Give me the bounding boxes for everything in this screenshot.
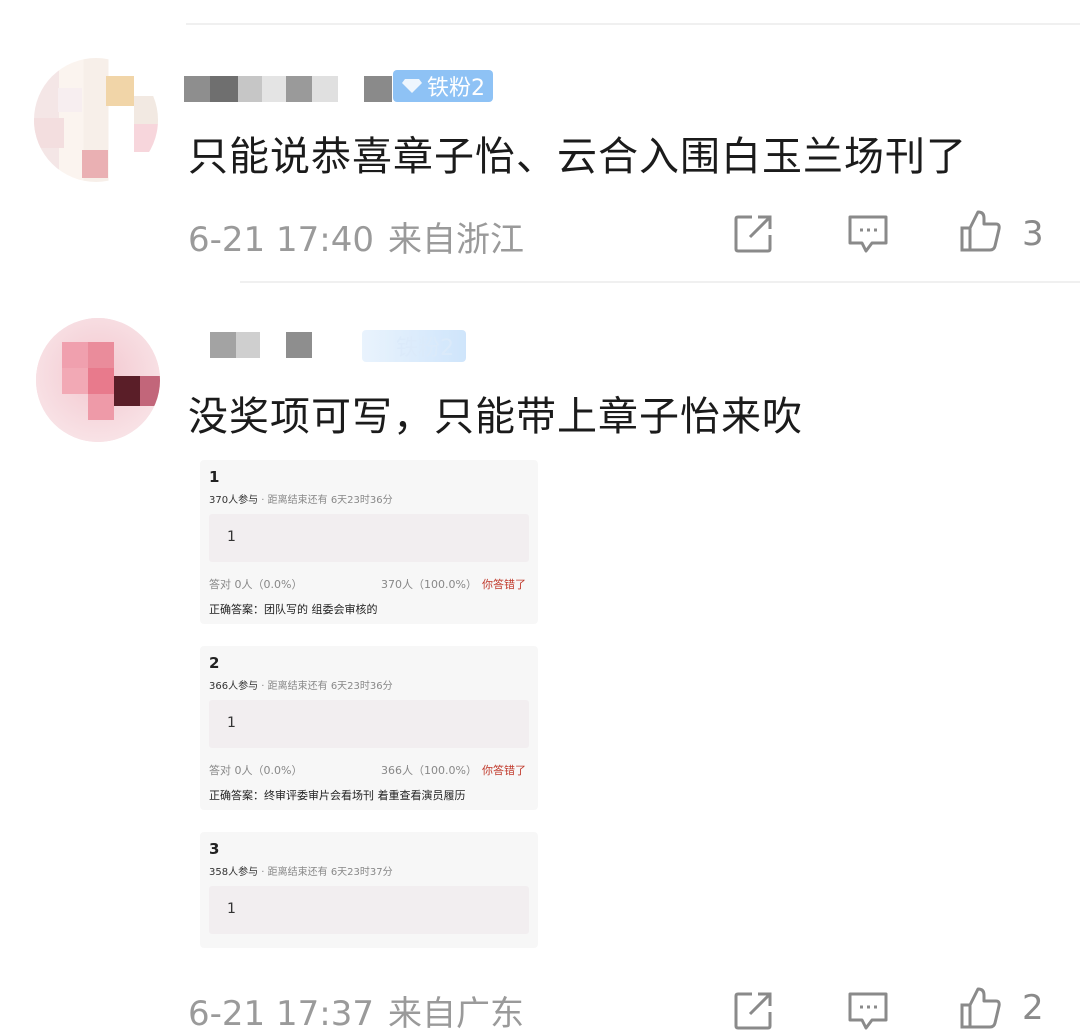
comment-location: 来自广东 [387,994,524,1034]
thumbs-up-icon[interactable] [958,985,1002,1029]
diamond-icon [402,79,422,93]
correct-stat: 答对 0人（0.0%） [209,764,303,777]
wrong-stat: 370人（100.0%） [381,578,477,591]
share-icon[interactable] [732,211,776,255]
comment-divider [240,281,1080,283]
comment-icon[interactable] [846,211,890,255]
fan-badge[interactable]: 铁粉2 [393,70,493,102]
comment-location: 来自浙江 [387,220,524,260]
quiz-card-1[interactable]: 1 370人参与 · 距离结束还有 6天23时36分 1 答对 0人（0.0%）… [200,460,538,624]
quiz-card-3[interactable]: 3 358人参与 · 距离结束还有 6天23时37分 1 [200,832,538,948]
quiz-answer-box: 1 [209,700,529,748]
comment-time: 6-21 17:40 [188,220,374,260]
avatar[interactable] [34,58,158,182]
quiz-number: 2 [209,654,220,672]
share-icon[interactable] [732,988,776,1032]
quiz-stats: 答对 0人（0.0%） 366人（100.0%） 你答错了 [209,762,529,778]
comment-text: 只能说恭喜章子怡、云合入围白玉兰场刊了 [188,134,967,180]
comment-meta: 6-21 17:37 来自广东 [188,986,538,1035]
like-count: 2 [1022,988,1044,1028]
quiz-participants: 370人参与 [209,495,259,506]
comment-meta: 6-21 17:40 来自浙江 [188,212,538,261]
quiz-participants: 358人参与 [209,867,259,878]
quiz-answer: 1 [227,901,236,917]
like-count: 3 [1022,214,1044,254]
fan-badge[interactable]: 铁粉2 [362,330,466,362]
comment-icon[interactable] [846,988,890,1032]
badge-label: 铁粉2 [427,76,485,101]
wrong-label: 你答错了 [482,764,526,777]
comment-text: 没奖项可写，只能带上章子怡来吹 [188,394,803,440]
quiz-number: 1 [209,468,220,486]
correct-answer: 正确答案：团队写的 组委会审核的 [209,603,378,616]
quiz-number: 3 [209,840,220,858]
wrong-stat: 366人（100.0%） [381,764,477,777]
quiz-participants: 366人参与 [209,681,259,692]
quiz-card-2[interactable]: 2 366人参与 · 距离结束还有 6天23时36分 1 答对 0人（0.0%）… [200,646,538,810]
avatar[interactable] [36,318,160,442]
correct-answer: 正确答案：终审评委审片会看场刊 着重查看演员履历 [209,789,466,802]
correct-stat: 答对 0人（0.0%） [209,578,303,591]
thumbs-up-icon[interactable] [958,208,1002,252]
quiz-meta: 366人参与 · 距离结束还有 6天23时36分 [209,677,393,692]
top-divider [186,23,1080,25]
comment-time: 6-21 17:37 [188,994,374,1034]
wrong-label: 你答错了 [482,578,526,591]
quiz-meta: 358人参与 · 距离结束还有 6天23时37分 [209,863,393,878]
quiz-deadline: · 距离结束还有 6天23时36分 [261,495,393,506]
quiz-meta: 370人参与 · 距离结束还有 6天23时36分 [209,491,393,506]
quiz-answer-box: 1 [209,886,529,934]
quiz-answer: 1 [227,715,236,731]
quiz-deadline: · 距离结束还有 6天23时36分 [261,681,393,692]
quiz-answer-box: 1 [209,514,529,562]
badge-label: 铁粉2 [396,336,454,361]
quiz-stats: 答对 0人（0.0%） 370人（100.0%） 你答错了 [209,576,529,592]
quiz-answer: 1 [227,529,236,545]
quiz-deadline: · 距离结束还有 6天23时37分 [261,867,393,878]
